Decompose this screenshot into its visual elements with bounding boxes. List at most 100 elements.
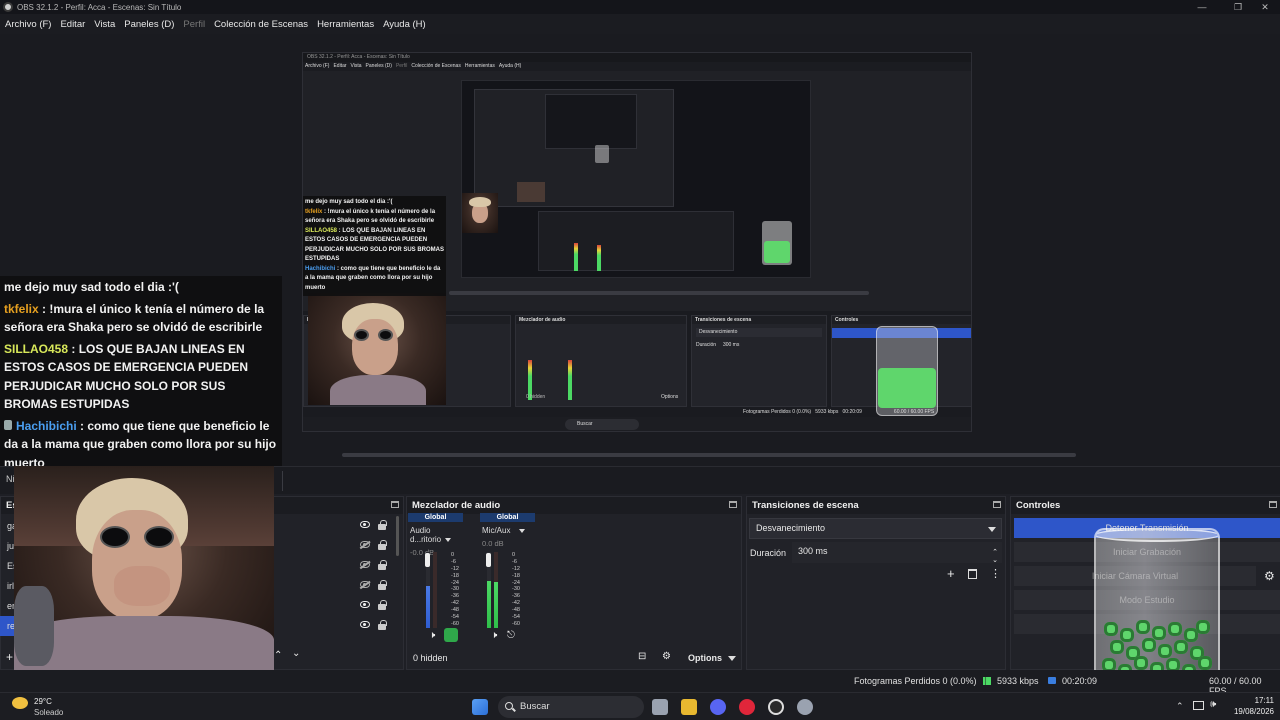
transition-menu-icon[interactable]: ⋮	[990, 567, 1001, 580]
clock-date[interactable]: 19/08/2026	[1230, 707, 1274, 716]
visibility-eye-icon[interactable]	[360, 521, 370, 528]
audio-mixer-header: Mezclador de audio	[407, 497, 741, 514]
bitrate-icon	[983, 677, 991, 685]
menu-paneles[interactable]: Paneles (D)	[124, 19, 174, 30]
lock-icon[interactable]	[378, 620, 387, 630]
mixer-channel-desktop: Global Audio d...ritorio -0.0 dB	[408, 513, 463, 557]
options-button[interactable]: Options	[688, 653, 722, 663]
windows-start-icon[interactable]	[472, 699, 488, 715]
nested-webcam	[462, 193, 498, 233]
menu-perfil[interactable]: Perfil	[183, 19, 205, 30]
speaker-icon[interactable]: 🕨	[429, 630, 435, 641]
undock-icon[interactable]	[391, 501, 399, 508]
clock-time[interactable]: 17:11	[1230, 696, 1274, 705]
transition-select[interactable]: Desvanecimiento	[749, 518, 1002, 539]
layout-toggle-icon[interactable]: ⊟	[638, 651, 646, 662]
stream-live-icon	[1048, 677, 1056, 684]
close-icon[interactable]: ✕	[1245, 0, 1280, 14]
speaker-icon[interactable]: 🕨	[491, 630, 497, 641]
tray-chevron-icon[interactable]: ⌃	[1176, 701, 1184, 712]
move-up-icon[interactable]: ⌃	[274, 650, 282, 661]
volume-fader[interactable]	[486, 553, 491, 567]
volume-fader[interactable]	[425, 553, 430, 567]
db-scale-tick: -6	[512, 558, 517, 565]
bean-icon	[1136, 620, 1150, 634]
mixer-settings-icon[interactable]: ⚙	[662, 651, 671, 662]
chat-username: Hachibichi	[16, 418, 77, 433]
menu-editar[interactable]: Editar	[60, 19, 85, 30]
add-source-icon[interactable]: +	[6, 650, 13, 664]
chat-message: Hachibichi : como que tiene que benefici…	[4, 418, 277, 470]
lock-icon[interactable]	[378, 540, 387, 550]
bean-icon	[1134, 656, 1148, 670]
menu-vista[interactable]: Vista	[94, 19, 115, 30]
move-down-icon[interactable]: ⌄	[292, 648, 300, 659]
user-badge-icon	[4, 419, 12, 430]
remove-transition-icon[interactable]	[968, 569, 977, 579]
db-scale-tick: 0	[512, 552, 516, 558]
discord-icon[interactable]	[710, 699, 726, 715]
channel-name: Mic/Aux	[482, 526, 511, 535]
minimize-icon[interactable]: —	[1182, 0, 1222, 14]
db-scale-tick: -60	[451, 620, 459, 627]
lock-icon[interactable]	[378, 520, 387, 530]
db-scale-tick: 0	[451, 552, 455, 558]
volume-meter-mic-r	[494, 552, 498, 628]
dropped-frames: Fotogramas Perdidos 0 (0.0%)	[854, 676, 977, 686]
preview-scrollbar[interactable]	[342, 453, 1076, 457]
db-scale: 0 -6 -12 -18 -24 -30 -36 -42 -48 -54 -60	[512, 552, 520, 628]
chat-overlay: me dejo muy sad todo el dia :'( tkfelix …	[0, 276, 282, 470]
file-explorer-icon[interactable]	[681, 699, 697, 715]
duration-spinbox[interactable]: 300 ms ⌃ ⌄	[792, 542, 1002, 564]
db-scale-tick: -18	[512, 572, 520, 579]
obs-taskbar-icon[interactable]	[768, 699, 784, 715]
headphones-icon[interactable]: ⎋	[507, 630, 515, 641]
monitor-headphones-icon[interactable]	[444, 628, 458, 642]
bean-icon	[1104, 622, 1118, 636]
options-chevron-icon[interactable]	[728, 656, 736, 661]
visibility-hidden-icon[interactable]	[360, 561, 370, 568]
mixer-channel-mic: Global Mic/Aux 0.0 dB	[480, 513, 535, 548]
channel-group-label: Global	[408, 513, 463, 522]
undock-icon[interactable]	[993, 501, 1001, 508]
lock-icon[interactable]	[378, 560, 387, 570]
visibility-eye-icon[interactable]	[360, 621, 370, 628]
hidden-count: 0 hidden	[413, 653, 448, 663]
search-icon	[505, 702, 513, 710]
visibility-hidden-icon[interactable]	[360, 581, 370, 588]
bean-icon	[1196, 620, 1210, 634]
nested-webcam-large	[308, 293, 446, 405]
db-scale-tick: -12	[451, 565, 459, 572]
scene-transitions-header: Transiciones de escena	[747, 497, 1005, 514]
weather-sun-icon[interactable]	[12, 697, 28, 709]
visibility-hidden-icon[interactable]	[360, 541, 370, 548]
volume-icon[interactable]: 🕪	[1210, 699, 1216, 710]
nested-title-bar: OBS 32.1.2 - Perfil: Acca - Escenas: Sin…	[303, 53, 971, 62]
lock-icon[interactable]	[378, 580, 387, 590]
undock-icon[interactable]	[1269, 501, 1277, 508]
sources-scrollbar[interactable]	[396, 516, 399, 556]
menu-herramientas[interactable]: Herramientas	[317, 19, 374, 30]
bean-icon	[1152, 626, 1166, 640]
undock-icon[interactable]	[729, 501, 737, 508]
webcam-source	[14, 466, 274, 674]
menu-coleccion-escenas[interactable]: Colección de Escenas	[214, 19, 308, 30]
channel-menu-icon[interactable]	[518, 529, 525, 533]
chat-username: SILLAO458	[4, 341, 69, 356]
db-scale-tick: -48	[512, 607, 520, 614]
controls-header: Controles	[1011, 497, 1280, 514]
settings-gear-icon[interactable]	[797, 699, 813, 715]
taskbar-search[interactable]: Buscar	[498, 696, 644, 718]
visibility-eye-icon[interactable]	[360, 601, 370, 608]
virtual-camera-settings-icon[interactable]: ⚙	[1264, 569, 1275, 583]
lock-icon[interactable]	[378, 600, 387, 610]
channel-menu-icon[interactable]	[445, 538, 452, 542]
menu-bar: Archivo (F) Editar Vista Paneles (D) Per…	[0, 14, 1280, 34]
task-view-icon[interactable]	[652, 699, 668, 715]
opera-icon[interactable]	[739, 699, 755, 715]
menu-ayuda[interactable]: Ayuda (H)	[383, 19, 426, 30]
network-icon[interactable]	[1193, 701, 1204, 710]
menu-archivo[interactable]: Archivo (F)	[5, 19, 51, 30]
add-transition-icon[interactable]: +	[947, 566, 955, 581]
channel-volume-db: 0.0 dB	[482, 539, 504, 548]
